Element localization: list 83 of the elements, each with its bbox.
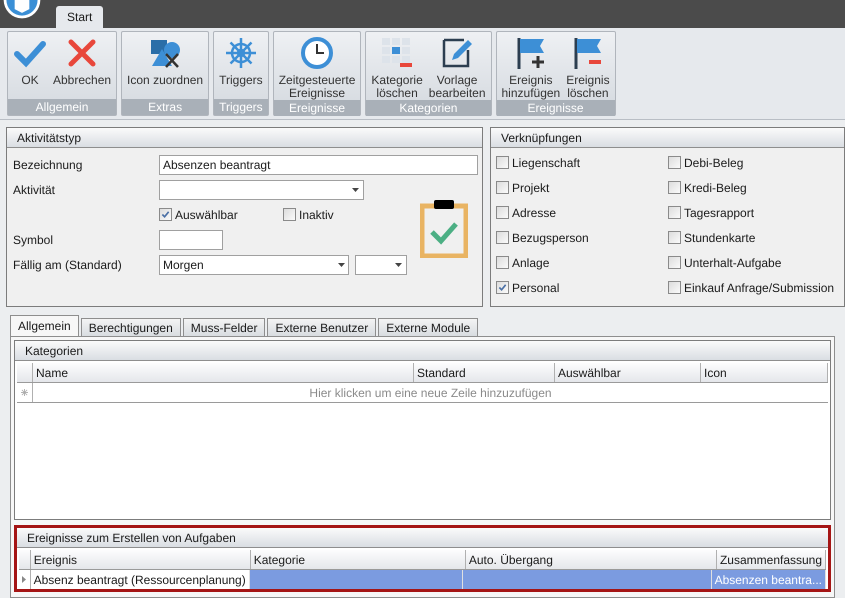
checkbox-label: Kredi-Beleg bbox=[684, 180, 747, 196]
column-header[interactable]: Ereignis bbox=[30, 550, 251, 569]
ribbon-group-label: Allgemein bbox=[8, 99, 116, 115]
ribbon-button[interactable]: Icon zuordnen bbox=[124, 32, 206, 99]
checkbox[interactable] bbox=[496, 231, 509, 244]
ribbon-button[interactable]: Abbrechen bbox=[50, 32, 114, 99]
new-row-icon bbox=[21, 389, 28, 396]
checkbox[interactable] bbox=[159, 208, 172, 221]
checkbox[interactable] bbox=[496, 206, 509, 219]
checkbox-label: Auswählbar bbox=[175, 206, 238, 224]
checkbox-label: Inaktiv bbox=[299, 206, 334, 224]
tab[interactable]: Externe Module bbox=[378, 318, 478, 336]
edit-icon bbox=[440, 36, 474, 70]
ribbon-button[interactable]: OK bbox=[10, 32, 50, 99]
tab[interactable]: Muss-Felder bbox=[182, 318, 266, 336]
panel-header: Aktivitätstyp bbox=[7, 128, 482, 148]
ribbon-group-label: Ereignisse bbox=[274, 100, 360, 116]
tab[interactable]: Allgemein bbox=[10, 315, 79, 336]
ship-wheel-icon bbox=[224, 36, 258, 70]
tab[interactable]: Externe Benutzer bbox=[267, 318, 376, 336]
row-pointer-icon bbox=[22, 576, 26, 583]
ribbon-group-label: Triggers bbox=[214, 99, 268, 115]
checkbox-label: Debi-Beleg bbox=[684, 154, 744, 172]
checkbox-label: Adresse bbox=[512, 204, 556, 222]
clock-icon bbox=[300, 36, 334, 70]
panel-header: Verknüpfungen bbox=[491, 128, 844, 148]
ribbon-group-label: Ereignisse bbox=[496, 100, 615, 116]
ribbon-group-label: Kategorien bbox=[366, 100, 490, 116]
grid-delete-icon bbox=[380, 36, 414, 70]
column-header[interactable]: Name bbox=[33, 363, 414, 382]
checkbox-label: Stundenkarte bbox=[684, 230, 756, 246]
column-header[interactable]: Icon bbox=[701, 363, 828, 382]
checkbox[interactable] bbox=[668, 281, 681, 294]
ribbon-group-label: Extras bbox=[122, 99, 208, 115]
column-header[interactable]: Standard bbox=[414, 363, 555, 382]
checkbox-label: Tagesrapport bbox=[684, 204, 754, 222]
field-label: Fällig am (Standard) bbox=[13, 256, 123, 274]
due-dropdown[interactable]: Morgen bbox=[159, 254, 349, 274]
dropdown-caret-icon bbox=[338, 262, 345, 266]
checkbox[interactable] bbox=[668, 231, 681, 244]
tab[interactable]: Berechtigungen bbox=[80, 318, 181, 336]
ribbon-button[interactable]: Triggers bbox=[216, 32, 266, 99]
checkbox[interactable] bbox=[496, 156, 509, 169]
table-cell: Absenzen beantra... bbox=[712, 570, 826, 589]
field-label: Symbol bbox=[13, 232, 54, 248]
name-field[interactable]: Absenzen beantragt bbox=[159, 154, 478, 174]
ribbon-tab[interactable]: Start bbox=[56, 6, 104, 28]
activity-dropdown[interactable] bbox=[159, 180, 364, 200]
table-cell: Absenz beantragt (Ressourcenplanung) bbox=[30, 570, 250, 589]
checkbox-label: Personal bbox=[512, 280, 560, 296]
column-header[interactable]: Zusammenfassung bbox=[716, 550, 826, 569]
checkbox[interactable] bbox=[496, 256, 509, 269]
table-row[interactable]: Absenz beantragt (Ressourcenplanung) Absenzen beantra... bbox=[19, 570, 826, 589]
panel-header: Ereignisse zum Erstellen von Aufgaben bbox=[17, 528, 828, 548]
time-dropdown[interactable] bbox=[354, 254, 407, 274]
checkbox-label: Anlage bbox=[512, 254, 550, 272]
column-header[interactable]: Auto. Übergang bbox=[466, 550, 717, 569]
panel-header: Kategorien bbox=[15, 341, 830, 361]
ribbon-button[interactable]: Zeitgesteuerte Ereignisse bbox=[276, 32, 358, 100]
checkbox[interactable] bbox=[668, 256, 681, 269]
checkbox-label: Einkauf Anfrage/Submission bbox=[684, 280, 834, 296]
ribbon-button[interactable]: Ereignis löschen bbox=[563, 32, 613, 100]
checkbox[interactable] bbox=[496, 181, 509, 194]
column-header[interactable]: Kategorie bbox=[250, 550, 466, 569]
dropdown-caret-icon bbox=[395, 262, 402, 266]
clipboard-check-icon bbox=[420, 198, 468, 258]
dropdown-caret-icon bbox=[352, 188, 359, 192]
checkbox-label: Projekt bbox=[512, 180, 550, 196]
ribbon-button[interactable]: Ereignis hinzufügen bbox=[498, 32, 564, 100]
ribbon-button[interactable]: Vorlage bearbeiten bbox=[426, 32, 488, 100]
field-label: Aktivität bbox=[13, 182, 56, 198]
symbol-field[interactable] bbox=[159, 230, 223, 250]
column-header[interactable]: Auswählbar bbox=[555, 363, 701, 382]
checkbox-label: Unterhalt-Aufgabe bbox=[684, 254, 782, 272]
checkbox-label: Bezugsperson bbox=[512, 230, 589, 246]
checkbox-label: Liegenschaft bbox=[512, 154, 580, 172]
checkbox[interactable] bbox=[283, 208, 296, 221]
ribbon-button[interactable]: Kategorie löschen bbox=[368, 32, 426, 100]
field-label: Bezeichnung bbox=[13, 156, 84, 174]
checkbox[interactable] bbox=[668, 206, 681, 219]
checkbox[interactable] bbox=[668, 156, 681, 169]
checkbox[interactable] bbox=[496, 281, 509, 294]
checkbox[interactable] bbox=[668, 181, 681, 194]
